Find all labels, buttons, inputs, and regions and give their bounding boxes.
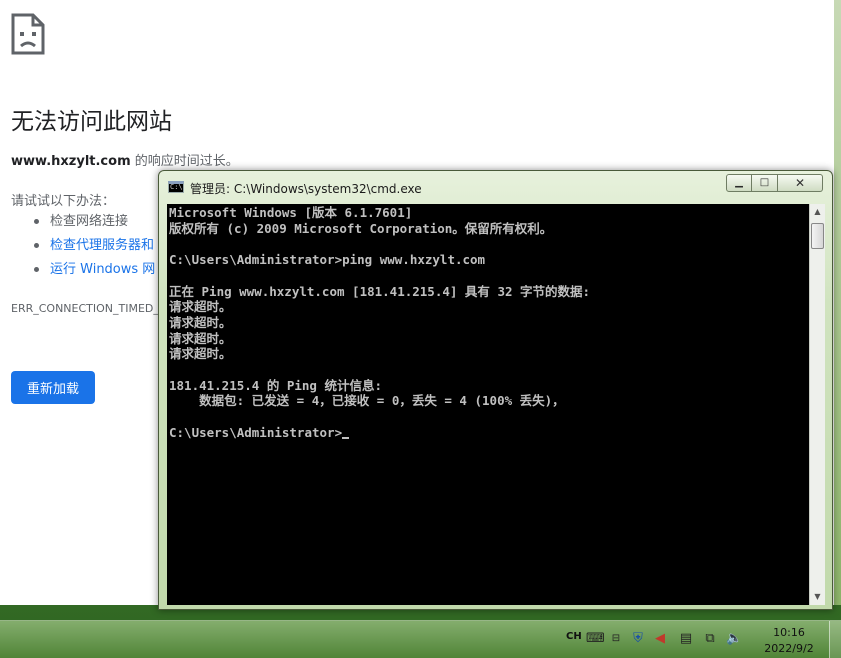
maximize-button[interactable]: □ xyxy=(752,174,778,192)
shield-icon[interactable]: ⛨ xyxy=(630,631,646,647)
scrollbar-thumb[interactable] xyxy=(811,223,824,249)
taskbar: CH ⌨ ⊟ ⛨ ◀ ▤ ⧉ 🔈 10:16 2022/9/2 xyxy=(0,620,841,658)
console-cursor xyxy=(342,436,350,439)
cmd-app-icon[interactable]: C:\ xyxy=(168,181,184,193)
console-output: Microsoft Windows [版本 6.1.7601] 版权所有 (c)… xyxy=(169,205,591,440)
notes-icon[interactable]: ▤ xyxy=(678,631,694,647)
suggestions-list: 检查网络连接 检查代理服务器和 运行 Windows 网 xyxy=(34,212,155,284)
sad-page-icon xyxy=(11,13,45,55)
language-indicator[interactable]: CH xyxy=(566,631,582,642)
network-pin-icon[interactable]: ⊟ xyxy=(608,631,624,647)
suggestion-run-diagnostics-link[interactable]: 运行 Windows 网 xyxy=(34,260,155,284)
suggestion-check-network: 检查网络连接 xyxy=(34,212,155,236)
desktop-edge xyxy=(834,0,841,605)
error-code: ERR_CONNECTION_TIMED_OUT xyxy=(11,302,183,315)
clock[interactable]: 10:16 2022/9/2 xyxy=(758,625,820,657)
minimize-button[interactable]: ▁ xyxy=(726,174,752,192)
error-domain: www.hxzylt.com xyxy=(11,154,131,169)
scroll-down-arrow-icon[interactable]: ▼ xyxy=(810,589,825,605)
error-description-text: 的响应时间过长。 xyxy=(130,154,239,169)
network-icon[interactable]: ⧉ xyxy=(702,631,718,647)
console-scrollbar[interactable]: ▲ ▼ xyxy=(809,204,825,605)
scroll-up-arrow-icon[interactable]: ▲ xyxy=(810,204,825,220)
show-desktop-button[interactable] xyxy=(829,621,841,658)
speaker-icon[interactable]: 🔈 xyxy=(726,631,742,647)
volume-muted-icon[interactable]: ◀ xyxy=(652,631,668,647)
suggestion-check-proxy-link[interactable]: 检查代理服务器和 xyxy=(34,236,155,260)
cmd-window[interactable]: C:\ 管理员: C:\Windows\system32\cmd.exe ▁ □… xyxy=(158,170,833,610)
error-title: 无法访问此网站 xyxy=(11,109,172,135)
error-description: www.hxzylt.com 的响应时间过长。 xyxy=(11,150,239,169)
reload-button[interactable]: 重新加载 xyxy=(11,371,95,404)
cmd-window-title: 管理员: C:\Windows\system32\cmd.exe xyxy=(190,182,422,196)
keyboard-icon[interactable]: ⌨ xyxy=(586,631,605,647)
clock-date: 2022/9/2 xyxy=(764,642,814,655)
clock-time: 10:16 xyxy=(773,626,805,639)
suggestions-heading: 请试试以下办法： xyxy=(11,194,116,209)
console-output-area[interactable]: Microsoft Windows [版本 6.1.7601] 版权所有 (c)… xyxy=(167,204,809,605)
close-button[interactable]: ✕ xyxy=(778,174,823,192)
cmd-titlebar[interactable]: C:\ 管理员: C:\Windows\system32\cmd.exe ▁ □… xyxy=(159,171,832,201)
